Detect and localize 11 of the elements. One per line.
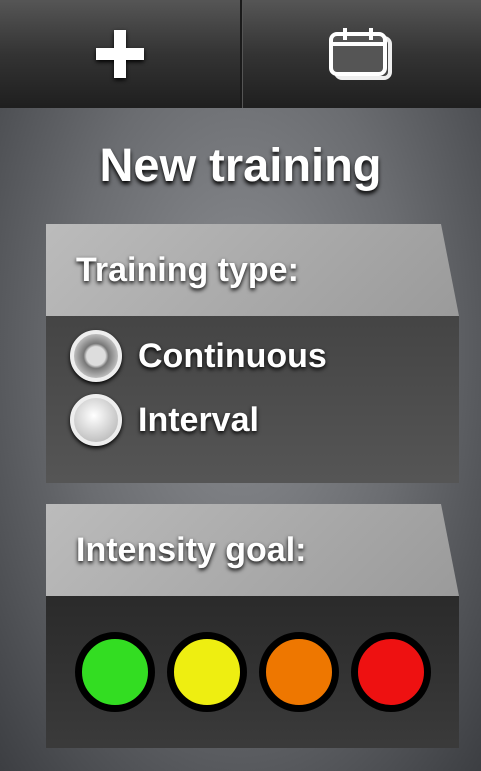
section-label: Intensity goal: [76, 530, 306, 570]
radio-label: Continuous [138, 336, 327, 376]
radio-option[interactable]: Interval [70, 394, 459, 446]
calendar-icon [328, 26, 394, 82]
page-title: New training [98, 137, 383, 193]
radio-label: Interval [138, 400, 259, 440]
section-label: Training type: [76, 250, 299, 290]
radio-option[interactable]: Continuous [70, 330, 459, 382]
radio-button[interactable] [70, 330, 122, 382]
plus-icon [94, 28, 146, 80]
radio-button[interactable] [70, 394, 122, 446]
